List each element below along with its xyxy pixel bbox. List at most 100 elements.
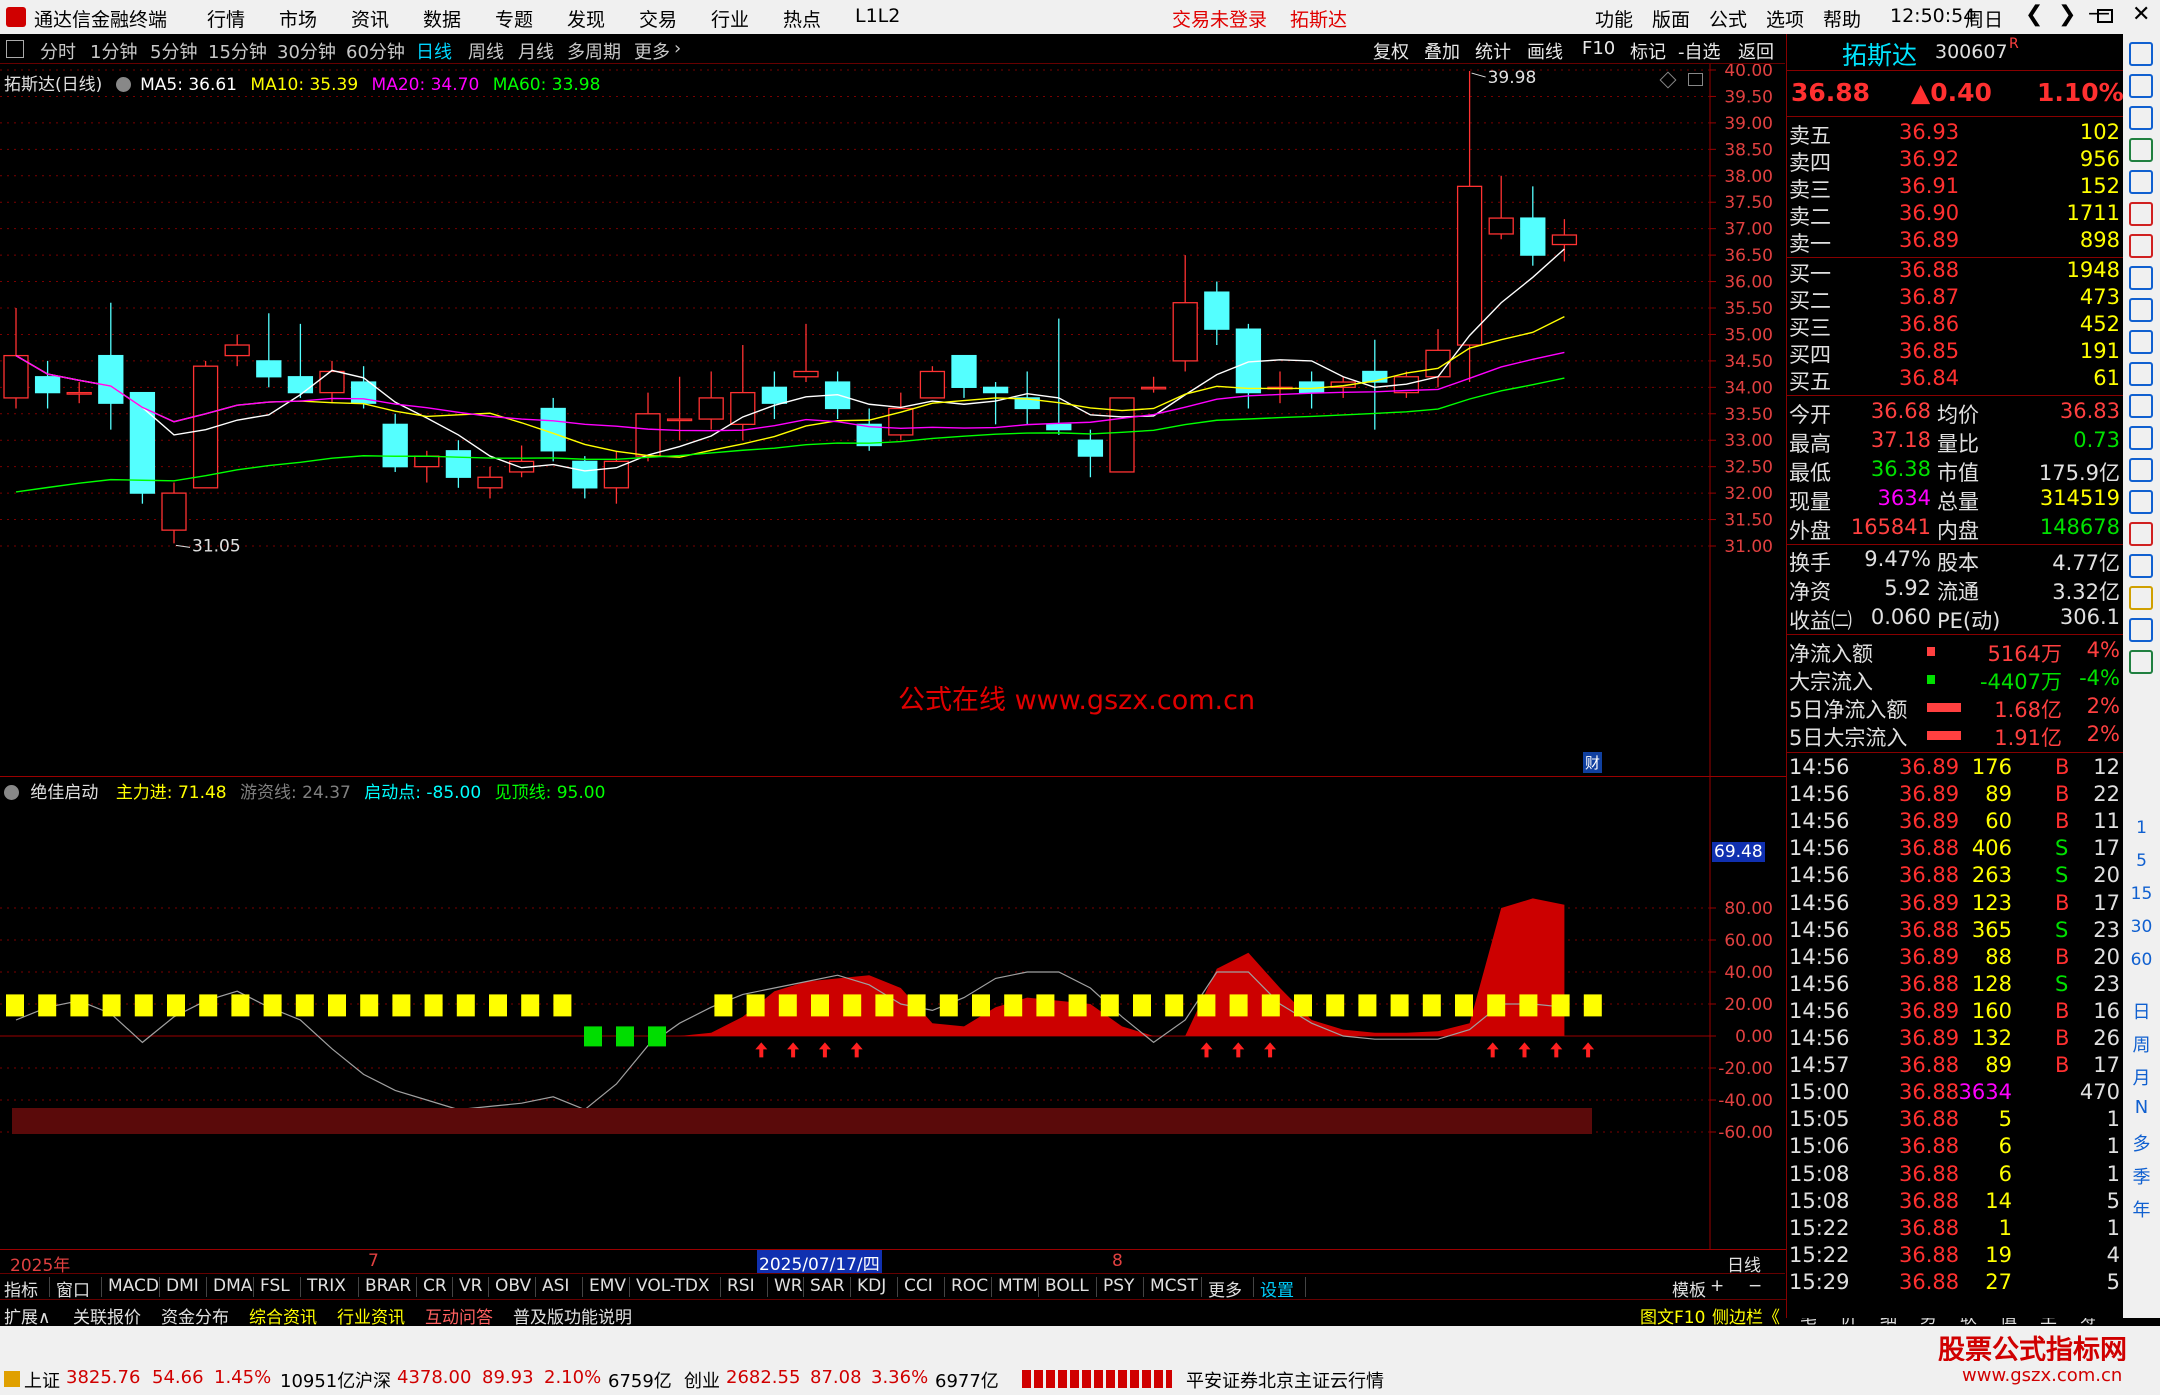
indicator-tab-17[interactable]: KDJ bbox=[857, 1276, 886, 1296]
period-shortcut-side-4[interactable]: 多 bbox=[2123, 1130, 2160, 1156]
info-tab-right-0[interactable]: 图文F10 bbox=[1640, 1303, 1705, 1328]
indicator-tab-22[interactable]: PSY bbox=[1103, 1276, 1134, 1296]
indicator-tab-2[interactable]: MACD bbox=[108, 1276, 159, 1296]
globe-icon[interactable] bbox=[2129, 490, 2153, 514]
info-tab-5[interactable]: 互动问答 bbox=[425, 1303, 493, 1328]
period-1min[interactable]: 1分钟 bbox=[90, 38, 137, 64]
trend-icon[interactable] bbox=[2129, 234, 2153, 258]
indicator-tab-9[interactable]: VR bbox=[459, 1276, 482, 1296]
indicator-name[interactable]: 绝佳启动 bbox=[30, 783, 98, 803]
menu-hangqing[interactable]: 行情 bbox=[207, 5, 245, 32]
menu-shuju[interactable]: 数据 bbox=[423, 5, 461, 32]
btn-fanhui[interactable]: 返回 bbox=[1738, 38, 1774, 64]
menu-banmian[interactable]: 版面 bbox=[1652, 5, 1690, 32]
indicator-tab-18[interactable]: CCI bbox=[904, 1276, 933, 1296]
menu-shichang[interactable]: 市场 bbox=[279, 5, 317, 32]
candle-down[interactable] bbox=[256, 360, 282, 378]
indicator-tab-24[interactable]: 更多 bbox=[1208, 1276, 1242, 1301]
indicator-tab-6[interactable]: TRIX bbox=[307, 1276, 346, 1296]
candle-up[interactable] bbox=[698, 397, 724, 420]
indicator-tab-0[interactable]: 指标 bbox=[4, 1276, 38, 1301]
candle-up[interactable] bbox=[1172, 302, 1198, 362]
grid-icon[interactable] bbox=[2129, 202, 2153, 226]
btn-fuquan[interactable]: 复权 bbox=[1373, 38, 1409, 64]
candle-up[interactable] bbox=[730, 391, 756, 426]
indicator-tab-1[interactable]: 窗口 bbox=[56, 1276, 90, 1301]
indicator-tab-8[interactable]: CR bbox=[423, 1276, 447, 1296]
candle-down[interactable] bbox=[951, 354, 977, 388]
close-icon[interactable]: ✕ bbox=[2132, 2, 2150, 27]
indicator-tab-21[interactable]: BOLL bbox=[1045, 1276, 1089, 1296]
period-shortcut-side-1[interactable]: 周 bbox=[2123, 1031, 2160, 1057]
candle-up[interactable] bbox=[161, 492, 187, 531]
hs-name[interactable]: 沪深 bbox=[355, 1367, 391, 1393]
btn-tongji[interactable]: 统计 bbox=[1475, 38, 1511, 64]
candle-up[interactable] bbox=[1140, 386, 1167, 390]
login-status[interactable]: 交易未登录 bbox=[1172, 5, 1267, 32]
menu-jiaoyi[interactable]: 交易 bbox=[639, 5, 677, 32]
document-icon[interactable] bbox=[2129, 362, 2153, 386]
indicator-tab-7[interactable]: BRAR bbox=[365, 1276, 411, 1296]
menu-redian[interactable]: 热点 bbox=[783, 5, 821, 32]
menu-faxian[interactable]: 发现 bbox=[567, 5, 605, 32]
panel-toggle-icon[interactable] bbox=[6, 40, 24, 58]
indicator-tab-right-1[interactable]: + bbox=[1710, 1276, 1724, 1296]
candle-up[interactable] bbox=[666, 418, 693, 422]
btn-biaoji[interactable]: 标记 bbox=[1630, 38, 1666, 64]
btn-huaxian[interactable]: 画线 bbox=[1527, 38, 1563, 64]
period-shortcut-5[interactable]: 5 bbox=[2123, 851, 2160, 871]
btn-diejia[interactable]: 叠加 bbox=[1424, 38, 1460, 64]
candle-down[interactable] bbox=[34, 376, 61, 394]
panel-layout-icon[interactable] bbox=[1688, 73, 1703, 86]
menu-xuanxiang[interactable]: 选项 bbox=[1766, 5, 1804, 32]
candle-down[interactable] bbox=[287, 376, 314, 394]
chevron-right-icon[interactable]: › bbox=[674, 38, 681, 59]
candle-up[interactable] bbox=[1551, 234, 1578, 246]
period-weekly[interactable]: 周线 bbox=[468, 38, 504, 64]
forward-arrow-icon[interactable]: ❯ bbox=[2058, 2, 2076, 27]
candle-down[interactable] bbox=[1204, 291, 1230, 330]
list-icon[interactable] bbox=[2129, 170, 2153, 194]
candle-down[interactable] bbox=[1520, 217, 1546, 256]
candle-up[interactable] bbox=[603, 460, 630, 489]
period-shortcut-15[interactable]: 15 bbox=[2123, 884, 2160, 904]
menu-l1l2[interactable]: L1L2 bbox=[855, 5, 900, 27]
kline-panel[interactable]: 40.00 39.50 39.00 38.50 38.00 37.50 37.00 36.50… bbox=[0, 64, 1786, 777]
period-60min[interactable]: 60分钟 bbox=[346, 38, 405, 64]
period-shortcut-30[interactable]: 30 bbox=[2123, 917, 2160, 937]
chart-icon[interactable] bbox=[2129, 138, 2153, 162]
fz-icon[interactable] bbox=[2129, 426, 2153, 450]
period-shortcut-side-6[interactable]: 年 bbox=[2123, 1196, 2160, 1222]
candle-up[interactable] bbox=[1456, 185, 1483, 346]
period-shortcut-side-2[interactable]: 月 bbox=[2123, 1064, 2160, 1090]
period-shortcut-side-0[interactable]: 日 bbox=[2123, 998, 2160, 1024]
candle-up[interactable] bbox=[66, 391, 92, 395]
indicator-tab-23[interactable]: MCST bbox=[1150, 1276, 1198, 1296]
period-fenshi[interactable]: 分时 bbox=[40, 38, 76, 64]
menu-zhuanti[interactable]: 专题 bbox=[495, 5, 533, 32]
cai-badge[interactable]: 财 bbox=[1583, 752, 1603, 773]
btn-zixuan[interactable]: -自选 bbox=[1678, 38, 1721, 64]
candle-up[interactable] bbox=[919, 370, 946, 399]
indicator-tab-14[interactable]: RSI bbox=[727, 1276, 755, 1296]
period-15min[interactable]: 15分钟 bbox=[208, 38, 267, 64]
indicator-tab-16[interactable]: SAR bbox=[810, 1276, 845, 1296]
indicator-chart[interactable]: 80.00 60.00 40.00 20.00 0.00 -20.00 -40.00 -60.… bbox=[0, 777, 1786, 1249]
menu-gongneng[interactable]: 功能 bbox=[1595, 5, 1633, 32]
candle-up[interactable] bbox=[793, 370, 819, 378]
candle-down[interactable] bbox=[98, 354, 124, 404]
menu-hangye[interactable]: 行业 bbox=[711, 5, 749, 32]
candle-up[interactable] bbox=[1109, 397, 1135, 473]
fs-icon[interactable] bbox=[2129, 650, 2153, 674]
period-shortcut-side-5[interactable]: 季 bbox=[2123, 1163, 2160, 1189]
info-tab-1[interactable]: 关联报价 bbox=[73, 1303, 141, 1328]
period-shortcut-60[interactable]: 60 bbox=[2123, 950, 2160, 970]
candle-down[interactable] bbox=[540, 407, 566, 452]
down-arrow-icon[interactable] bbox=[2129, 106, 2153, 130]
menu-bangzhu[interactable]: 帮助 bbox=[1823, 5, 1861, 32]
pen-icon[interactable] bbox=[2129, 618, 2153, 642]
news-icon[interactable] bbox=[2129, 298, 2153, 322]
rsi-icon[interactable] bbox=[2129, 522, 2153, 546]
info-tab-6[interactable]: 普及版功能说明 bbox=[513, 1303, 632, 1328]
indicator-tab-13[interactable]: VOL-TDX bbox=[636, 1276, 710, 1296]
